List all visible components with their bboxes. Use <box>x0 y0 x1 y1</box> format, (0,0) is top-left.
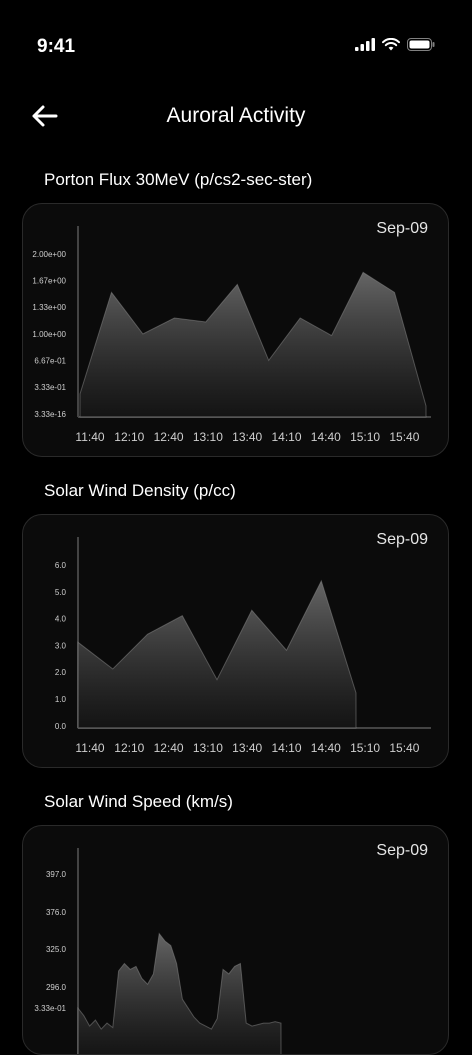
y-tick-label: 4.0 <box>55 615 67 624</box>
y-tick-label: 376.0 <box>46 908 67 917</box>
y-tick-label: 296.0 <box>46 983 67 992</box>
series-area <box>79 271 427 418</box>
x-tick-label: 13:40 <box>232 741 262 755</box>
y-tick-label: 5.0 <box>55 588 67 597</box>
x-tick-label: 12:10 <box>114 741 144 755</box>
chart-proton-flux: 2.00e+00 1.67e+00 1.33e+00 1.00e+00 6.67e-01… <box>32 226 431 444</box>
section-title-wind-speed: Solar Wind Speed (km/s) <box>44 792 233 811</box>
y-tick-label: 3.33e-01 <box>34 1004 66 1013</box>
x-tick-label: 11:40 <box>75 430 104 444</box>
status-icons <box>355 38 435 51</box>
x-tick-label: 15:40 <box>389 430 419 444</box>
section-title-proton-flux: Porton Flux 30MeV (p/cs2-sec-ster) <box>44 170 313 189</box>
x-tick-label: 13:10 <box>193 741 223 755</box>
y-tick-label: 2.0 <box>55 668 67 677</box>
x-tick-label: 15:10 <box>350 741 380 755</box>
page-title: Auroral Activity <box>166 104 306 127</box>
y-tick-label: 397.0 <box>46 870 67 879</box>
y-tick-label: 3.33e-01 <box>34 383 66 392</box>
x-tick-label: 14:40 <box>311 430 341 444</box>
x-tick-label: 13:10 <box>193 430 223 444</box>
x-tick-label: 12:40 <box>154 430 184 444</box>
y-tick-label: 0.0 <box>55 722 67 731</box>
x-tick-label: 14:10 <box>271 430 301 444</box>
wifi-icon <box>382 38 400 51</box>
chart-wind-speed: 397.0 376.0 325.0 296.0 3.33e-01 <box>34 848 282 1054</box>
chart-card-wind-speed: Sep-09 397.0 376.0 325.0 296.0 3.33e-01 <box>22 825 449 1055</box>
battery-icon <box>407 38 435 51</box>
section-title-wind-density: Solar Wind Density (p/cc) <box>44 481 236 500</box>
header: Auroral Activity <box>0 92 472 142</box>
y-tick-label: 6.67e-01 <box>34 356 66 365</box>
x-tick-label: 12:40 <box>154 741 184 755</box>
status-bar: 9:41 <box>0 0 472 90</box>
y-tick-label: 3.33e-16 <box>34 410 66 419</box>
chart-card-wind-density: Sep-09 6.0 5.0 4.0 3.0 2.0 1.0 0.0 11:40 12:10 12… <box>22 514 449 768</box>
y-tick-label: 2.00e+00 <box>32 250 66 259</box>
y-tick-label: 1.33e+00 <box>32 303 66 312</box>
y-tick-label: 6.0 <box>55 561 67 570</box>
y-tick-label: 325.0 <box>46 945 67 954</box>
x-tick-label: 12:10 <box>114 430 144 444</box>
x-tick-label: 15:40 <box>389 741 419 755</box>
x-tick-label: 14:40 <box>311 741 341 755</box>
chart-wind-density: 6.0 5.0 4.0 3.0 2.0 1.0 0.0 11:40 12:10 12:40 13:1… <box>55 537 431 755</box>
x-tick-label: 11:40 <box>75 741 104 755</box>
status-time: 9:41 <box>37 36 76 57</box>
x-tick-label: 15:10 <box>350 430 380 444</box>
y-tick-label: 1.67e+00 <box>32 277 66 286</box>
series-area <box>77 579 357 729</box>
y-tick-label: 3.0 <box>55 641 67 650</box>
cellular-signal-icon <box>355 38 375 51</box>
chart-card-proton-flux: Sep-09 2.00e+00 1.67e+00 1.33e+00 1.00e+00 6… <box>22 203 449 457</box>
x-tick-label: 13:40 <box>232 430 262 444</box>
series-area <box>77 932 282 1054</box>
y-tick-label: 1.0 <box>55 695 67 704</box>
x-tick-label: 14:10 <box>271 741 301 755</box>
y-tick-label: 1.00e+00 <box>32 330 66 339</box>
